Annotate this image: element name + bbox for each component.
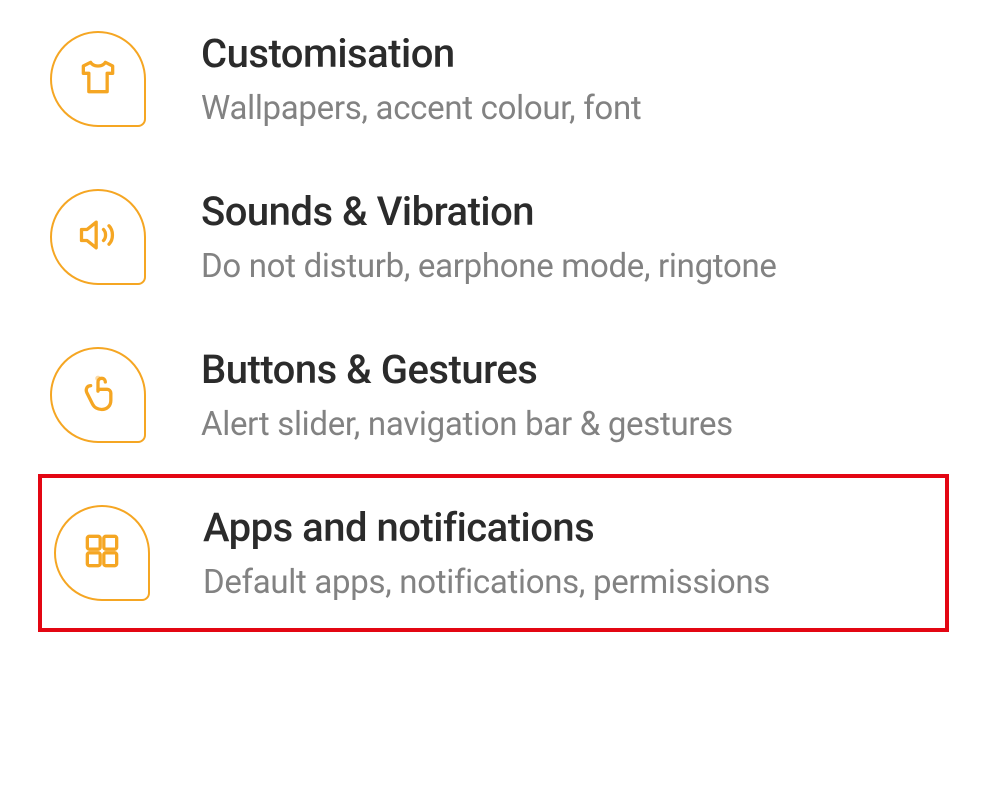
- item-subtitle: Wallpapers, accent colour, font: [201, 89, 641, 128]
- icon-wrapper: [54, 505, 150, 601]
- sound-icon: [76, 213, 120, 261]
- item-subtitle: Alert slider, navigation bar & gestures: [201, 405, 733, 444]
- text-content: Buttons & Gestures Alert slider, navigat…: [201, 346, 733, 444]
- tshirt-icon: [76, 55, 120, 103]
- settings-item-buttons[interactable]: Buttons & Gestures Alert slider, navigat…: [0, 316, 987, 474]
- settings-item-sounds[interactable]: Sounds & Vibration Do not disturb, earph…: [0, 158, 987, 316]
- settings-list: Customisation Wallpapers, accent colour,…: [0, 0, 987, 632]
- text-content: Apps and notifications Default apps, not…: [203, 504, 770, 602]
- icon-wrapper: [50, 31, 146, 127]
- touch-icon: [76, 371, 120, 419]
- item-title: Apps and notifications: [203, 504, 770, 551]
- settings-item-customisation[interactable]: Customisation Wallpapers, accent colour,…: [0, 0, 987, 158]
- text-content: Sounds & Vibration Do not disturb, earph…: [201, 188, 777, 286]
- text-content: Customisation Wallpapers, accent colour,…: [201, 30, 641, 128]
- icon-wrapper: [50, 189, 146, 285]
- item-title: Sounds & Vibration: [201, 188, 777, 235]
- apps-icon: [80, 529, 124, 577]
- item-subtitle: Do not disturb, earphone mode, ringtone: [201, 247, 777, 286]
- icon-wrapper: [50, 347, 146, 443]
- item-title: Buttons & Gestures: [201, 346, 733, 393]
- item-title: Customisation: [201, 30, 641, 77]
- settings-item-apps[interactable]: Apps and notifications Default apps, not…: [38, 474, 949, 632]
- item-subtitle: Default apps, notifications, permissions: [203, 563, 770, 602]
